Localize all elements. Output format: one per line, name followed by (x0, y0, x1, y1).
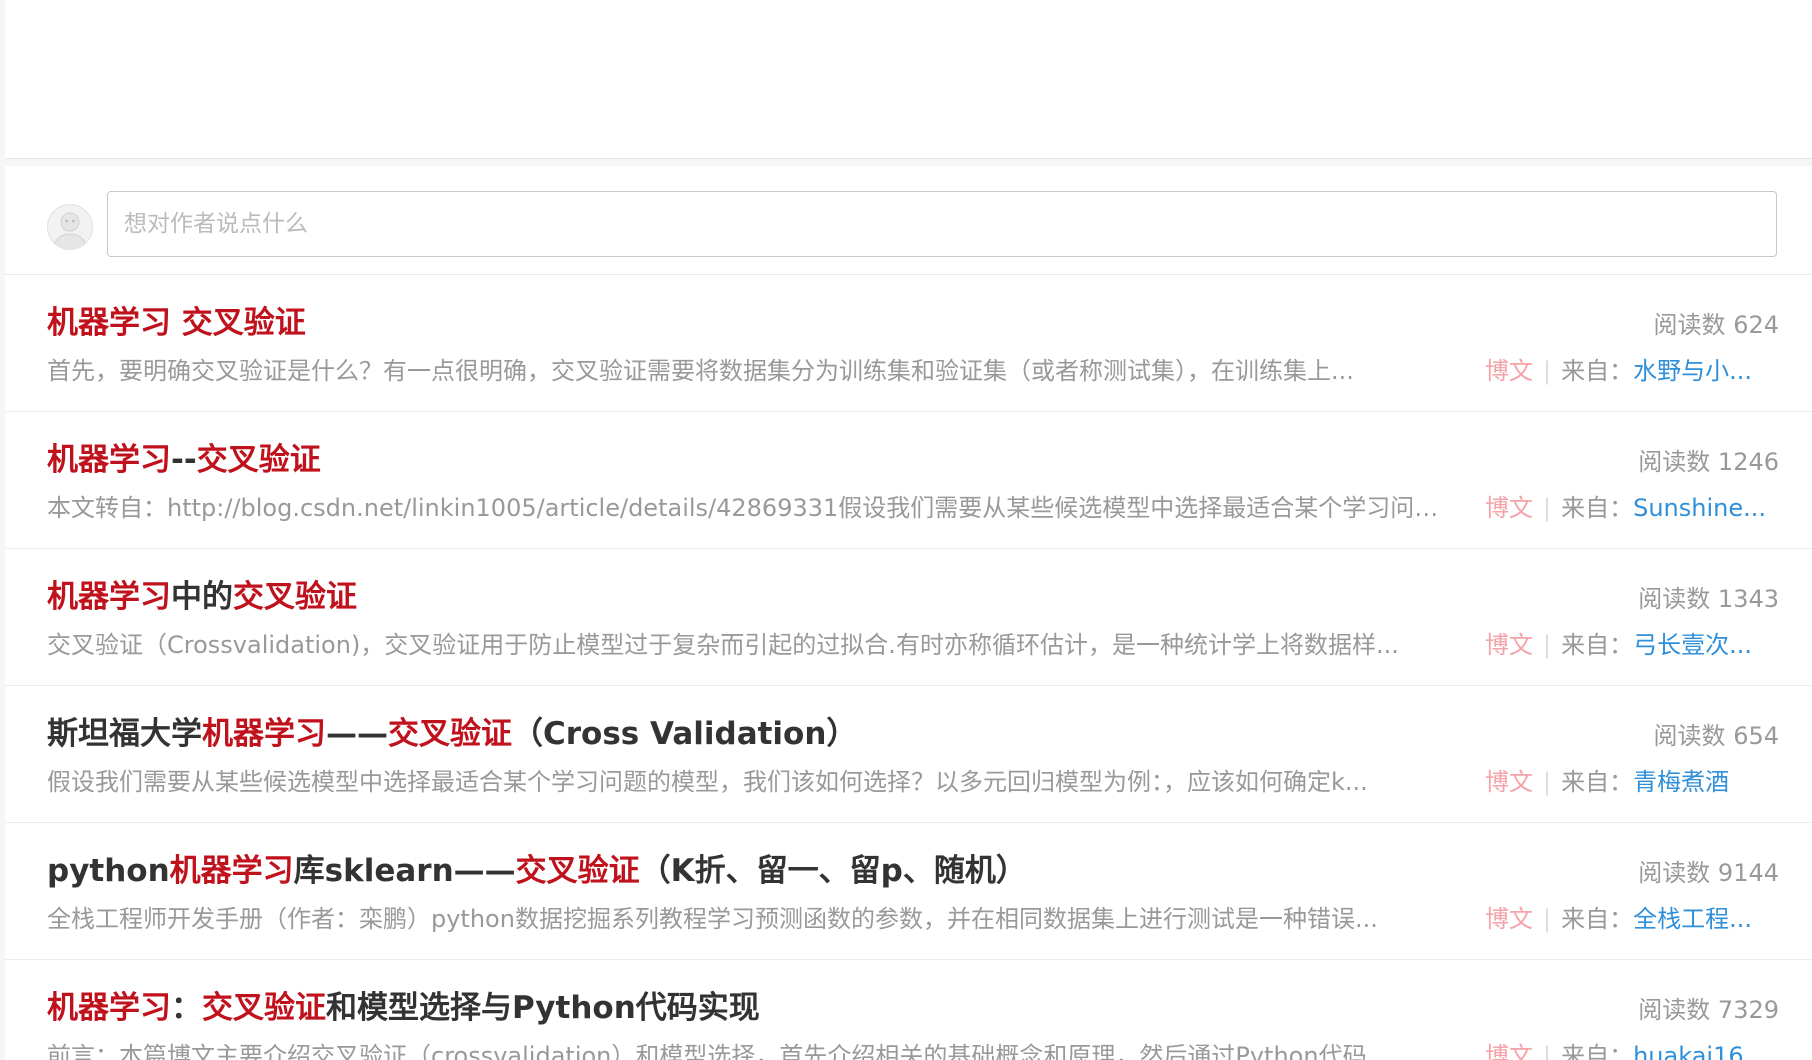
title-keyword: 交叉验证 (202, 990, 326, 1026)
recommend-meta: 博文 | 来自：弓长壹次... (1485, 625, 1779, 660)
read-count-label: 阅读数 (1653, 722, 1726, 750)
comment-box (5, 166, 1812, 275)
title-text (171, 305, 182, 341)
recommend-description[interactable]: 交叉验证（Crossvalidation)，交叉验证用于防止模型过于复杂而引起的… (47, 625, 1447, 660)
read-count-value: 654 (1733, 722, 1779, 750)
recommend-meta: 博文 | 来自：全栈工程... (1485, 899, 1779, 934)
title-text: python (47, 853, 170, 889)
title-text: 库sklearn—— (293, 853, 516, 889)
comment-input[interactable] (107, 191, 1777, 257)
post-type-badge: 博文 (1485, 1042, 1533, 1060)
author-link[interactable]: 全栈工程... (1633, 905, 1752, 933)
recommend-description[interactable]: 首先，要明确交叉验证是什么？有一点很明确，交叉验证需要将数据集分为训练集和验证集… (47, 351, 1447, 386)
post-type-badge: 博文 (1485, 768, 1533, 796)
read-count-label: 阅读数 (1638, 585, 1711, 613)
read-count: 阅读数 9144 (1638, 853, 1779, 888)
read-count: 阅读数 7329 (1638, 990, 1779, 1025)
recommend-item[interactable]: 机器学习--交叉验证 阅读数 1246 本文转自：http://blog.csdn.… (5, 412, 1812, 549)
title-keyword: 机器学习 (169, 853, 294, 889)
recommend-description[interactable]: 假设我们需要从某些候选模型中选择最适合某个学习问题的模型，我们该如何选择？以多元… (47, 762, 1447, 797)
meta-divider: | (1543, 1042, 1552, 1060)
meta-divider: | (1543, 631, 1552, 659)
avatar[interactable] (47, 204, 93, 250)
recommend-description[interactable]: 前言：本篇博文主要介绍交叉验证（crossvalidation）和模型选择，首先… (47, 1036, 1447, 1060)
read-count-value: 7329 (1717, 996, 1779, 1024)
author-link[interactable]: Sunshine... (1633, 494, 1766, 522)
title-text: 中的 (171, 579, 233, 615)
recommend-title-link[interactable]: python机器学习库sklearn——交叉验证（K折、留一、留p、随机） (47, 845, 1027, 890)
post-type-badge: 博文 (1485, 631, 1533, 659)
recommend-meta: 博文 | 来自：Sunshine... (1485, 488, 1779, 523)
read-count-value: 624 (1733, 311, 1779, 339)
author-link[interactable]: 水野与小... (1633, 357, 1752, 385)
recommend-description[interactable]: 本文转自：http://blog.csdn.net/linkin1005/art… (47, 488, 1447, 523)
title-text: （Cross Validation） (512, 716, 858, 752)
title-keyword: 交叉验证 (515, 853, 640, 889)
post-type-badge: 博文 (1485, 357, 1533, 385)
title-keyword: 交叉验证 (196, 442, 321, 478)
read-count-label: 阅读数 (1638, 448, 1711, 476)
meta-divider: | (1543, 768, 1552, 796)
title-keyword: 交叉验证 (181, 305, 306, 341)
recommend-title-link[interactable]: 斯坦福大学机器学习——交叉验证（Cross Validation） (47, 708, 857, 753)
recommend-item[interactable]: python机器学习库sklearn——交叉验证（K折、留一、留p、随机） 阅读数… (5, 823, 1812, 960)
title-text: 和模型选择与Python代码实现 (326, 990, 760, 1026)
title-text: -- (171, 442, 197, 478)
author-link[interactable]: huakai16... (1633, 1042, 1766, 1060)
read-count-value: 9144 (1717, 859, 1779, 887)
recommend-title-link[interactable]: 机器学习--交叉验证 (47, 434, 321, 479)
read-count: 阅读数 1343 (1638, 579, 1779, 614)
user-avatar-icon (54, 212, 86, 249)
recommend-item[interactable]: 机器学习：交叉验证和模型选择与Python代码实现 阅读数 7329 前言：本篇博文… (5, 960, 1812, 1060)
read-count: 阅读数 654 (1654, 716, 1779, 751)
recommend-section: 机器学习 交叉验证阅读数 624首先，要明确交叉验证是什么？有一点很明确，交叉验… (5, 166, 1812, 1060)
title-keyword: 机器学习 (202, 716, 326, 752)
from-label: 来自： (1561, 905, 1634, 933)
from-label: 来自： (1561, 1042, 1634, 1060)
title-text: 斯坦福大学 (47, 716, 202, 752)
meta-divider: | (1543, 357, 1552, 385)
read-count-label: 阅读数 (1653, 311, 1726, 339)
title-keyword: 机器学习 (47, 442, 171, 478)
meta-divider: | (1543, 905, 1552, 933)
title-text: —— (326, 716, 388, 752)
recommend-title-link[interactable]: 机器学习：交叉验证和模型选择与Python代码实现 (47, 982, 760, 1027)
title-text: （K折、留一、留p、随机） (639, 853, 1027, 889)
recommend-item[interactable]: 机器学习中的交叉验证 阅读数 1343 交叉验证（Crossvalidation)，… (5, 549, 1812, 686)
read-count: 阅读数 624 (1654, 305, 1779, 340)
from-label: 来自： (1561, 631, 1634, 659)
top-panel (5, 0, 1812, 159)
recommend-meta: 博文 | 来自：huakai16... (1485, 1036, 1779, 1060)
read-count-label: 阅读数 (1638, 996, 1711, 1024)
read-count-value: 1343 (1717, 585, 1779, 613)
read-count-value: 1246 (1717, 448, 1779, 476)
recommend-title-link[interactable]: 机器学习 交叉验证 (47, 297, 306, 342)
title-keyword: 交叉验证 (388, 716, 512, 752)
from-label: 来自： (1561, 494, 1634, 522)
recommend-item[interactable]: 机器学习 交叉验证 阅读数 624 首先，要明确交叉验证是什么？有一点很明确，交叉验… (5, 275, 1812, 412)
title-keyword: 机器学习 (47, 579, 171, 615)
author-link[interactable]: 弓长壹次... (1633, 631, 1752, 659)
read-count: 阅读数 1246 (1638, 442, 1779, 477)
title-keyword: 机器学习 (47, 990, 171, 1026)
from-label: 来自： (1561, 357, 1634, 385)
title-keyword: 交叉验证 (233, 579, 357, 615)
post-type-badge: 博文 (1485, 905, 1533, 933)
recommend-title-link[interactable]: 机器学习中的交叉验证 (47, 571, 357, 616)
page: 机器学习 交叉验证阅读数 624首先，要明确交叉验证是什么？有一点很明确，交叉验… (0, 0, 1812, 1060)
from-label: 来自： (1561, 768, 1634, 796)
title-keyword: 机器学习 (47, 305, 171, 341)
read-count-label: 阅读数 (1638, 859, 1711, 887)
recommend-meta: 博文 | 来自：青梅煮酒 (1485, 762, 1779, 797)
meta-divider: | (1543, 494, 1552, 522)
recommend-item[interactable]: 斯坦福大学机器学习——交叉验证（Cross Validation） 阅读数 654… (5, 686, 1812, 823)
recommend-meta: 博文 | 来自：水野与小... (1485, 351, 1779, 386)
author-link[interactable]: 青梅煮酒 (1633, 768, 1729, 796)
post-type-badge: 博文 (1485, 494, 1533, 522)
recommend-list: 机器学习 交叉验证 阅读数 624 首先，要明确交叉验证是什么？有一点很明确，交叉验… (5, 275, 1812, 1060)
recommend-description[interactable]: 全栈工程师开发手册（作者：栾鹏）python数据挖掘系列教程学习预测函数的参数，… (47, 899, 1447, 934)
title-text: ： (171, 990, 202, 1026)
